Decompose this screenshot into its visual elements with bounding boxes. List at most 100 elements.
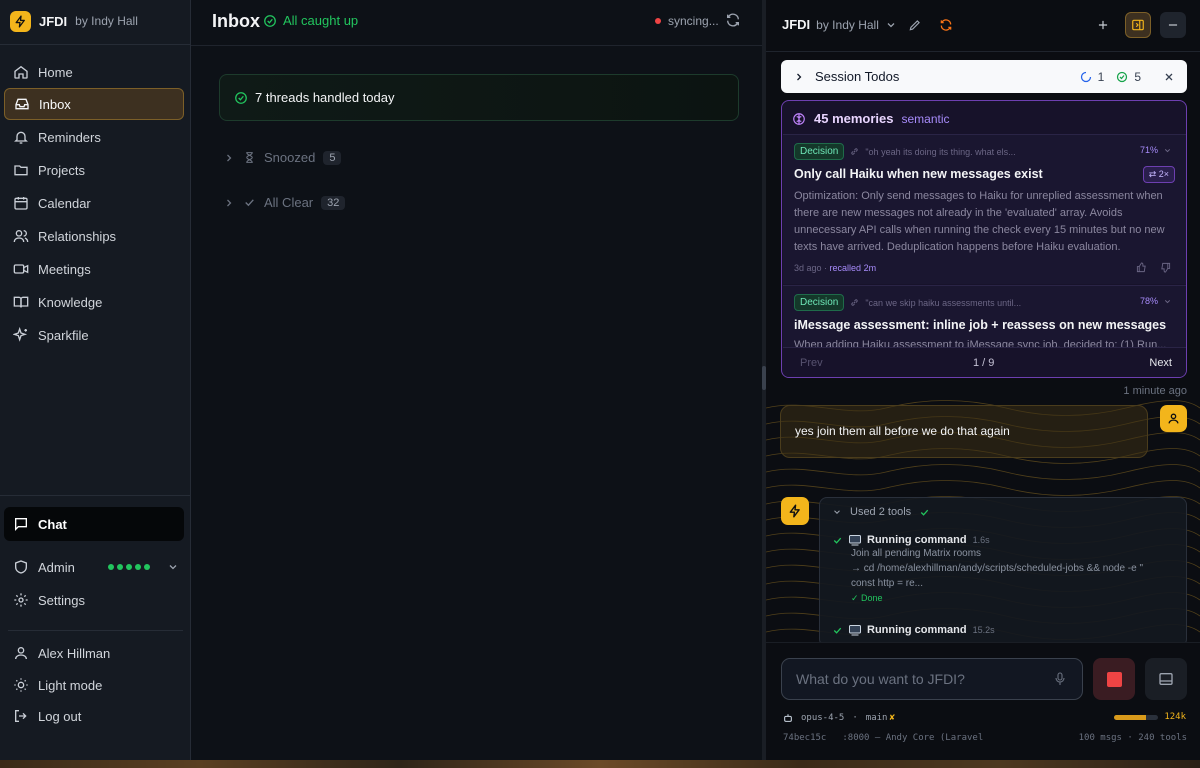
recall-count-badge: ⇄ 2×: [1142, 166, 1175, 183]
memory-meta-row: Decision "can we skip haiku assessments …: [794, 294, 1021, 311]
tool-step-duration: 15.2s: [972, 625, 995, 635]
prev-button[interactable]: Prev: [800, 357, 823, 369]
tool-usage-header[interactable]: Used 2 tools: [832, 506, 930, 518]
shield-icon: [13, 559, 29, 575]
sidebar-item-home[interactable]: Home: [4, 56, 184, 88]
sidebar-item-projects[interactable]: Projects: [4, 154, 184, 186]
brand[interactable]: JFDI by Indy Hall: [10, 10, 138, 32]
sync-dot-icon: [655, 18, 661, 24]
sidebar-item-knowledge[interactable]: Knowledge: [4, 286, 184, 318]
thumbs-down-icon[interactable]: [1160, 262, 1171, 273]
refresh-button[interactable]: [725, 12, 741, 28]
canvas-toggle-button[interactable]: [1145, 658, 1187, 700]
model-status: opus-4-5 · main ✘: [783, 713, 895, 723]
sidebar-item-label: Meetings: [38, 261, 91, 277]
chevron-down-icon: [832, 507, 842, 517]
group-snoozed[interactable]: Snoozed 5: [223, 150, 342, 165]
sidebar-item-light-mode[interactable]: Light mode: [4, 669, 184, 701]
sidebar-item-calendar[interactable]: Calendar: [4, 187, 184, 219]
tool-usage-card: Used 2 tools Running command 1.6s Join a…: [819, 497, 1187, 647]
memory-title: Only call Haiku when new messages exist: [794, 167, 1043, 181]
group-label: All Clear: [264, 195, 314, 210]
stop-button[interactable]: [1093, 658, 1135, 700]
toggle-panel-button[interactable]: [1125, 12, 1151, 38]
sync-label: syncing...: [668, 14, 719, 28]
tool-step[interactable]: Running command 1.6s Join all pending Ma…: [832, 534, 1172, 604]
tool-step[interactable]: Running command 15.2s: [832, 624, 1172, 636]
chevron-down-icon[interactable]: [1163, 297, 1172, 306]
memory-item[interactable]: Decision "oh yeah its doing its thing. w…: [783, 134, 1186, 284]
memory-title: iMessage assessment: inline job + reasse…: [794, 318, 1167, 332]
brand-by: by Indy Hall: [75, 14, 138, 28]
panel-brand-switcher[interactable]: JFDI by Indy Hall: [782, 17, 897, 32]
chevron-down-icon[interactable]: [1163, 146, 1172, 155]
session-todos-bar[interactable]: Session Todos 1 5: [781, 60, 1187, 93]
chat-input[interactable]: [781, 658, 1083, 700]
bell-icon: [13, 129, 29, 145]
sidebar-item-label: Calendar: [38, 195, 91, 211]
chevron-down-icon: [885, 19, 897, 31]
sidebar-item-inbox[interactable]: Inbox: [4, 88, 184, 120]
tool-step-command: → cd /home/alexhillman/andy/scripts/sche…: [851, 563, 1144, 574]
repo-status: 74bec15c :8000 — Andy Core (Laravel: [783, 733, 983, 743]
chevron-down-icon[interactable]: [167, 561, 179, 573]
memory-age-label: 3d ago ·: [794, 263, 828, 273]
next-button[interactable]: Next: [1149, 357, 1172, 369]
book-icon: [13, 294, 29, 310]
sidebar-item-logout[interactable]: Log out: [4, 700, 184, 732]
sidebar-item-relationships[interactable]: Relationships: [4, 220, 184, 252]
video-icon: [13, 261, 29, 277]
pencil-icon: [908, 18, 922, 32]
brain-icon: [792, 112, 806, 126]
inbox-icon: [14, 96, 30, 112]
commit-hash: 74bec15c: [783, 733, 827, 743]
in-progress-count: 1: [1097, 69, 1105, 84]
panel-brand-name: JFDI: [782, 17, 811, 32]
mic-icon[interactable]: [1054, 672, 1066, 686]
home-icon: [13, 64, 29, 80]
edit-button[interactable]: [902, 12, 928, 38]
sidebar-item-sparkfile[interactable]: Sparkfile: [4, 319, 184, 351]
group-all-clear[interactable]: All Clear 32: [223, 195, 346, 210]
tool-step-header: Running command 1.6s: [832, 534, 1172, 546]
page-indicator: 1 / 9: [973, 357, 995, 369]
sparkles-icon: [13, 327, 29, 343]
sidebar-item-settings[interactable]: Settings: [4, 584, 184, 616]
bolt-icon: [788, 504, 802, 518]
refresh-icon: [725, 12, 741, 28]
sidebar-item-label: Chat: [38, 516, 67, 532]
done-count: 5: [1134, 69, 1141, 84]
sidebar-item-meetings[interactable]: Meetings: [4, 253, 184, 285]
group-label: Snoozed: [264, 150, 316, 165]
check-icon: [832, 535, 843, 546]
message-square-icon: [13, 516, 29, 532]
memories-mode: semantic: [901, 111, 950, 126]
memories-header: 45 memories semantic: [792, 111, 950, 126]
sidebar-item-label: Reminders: [38, 129, 101, 145]
check-icon: [243, 196, 256, 209]
sidebar-item-admin[interactable]: Admin: [4, 551, 184, 583]
new-chat-button[interactable]: [1090, 12, 1116, 38]
sync-button[interactable]: [933, 12, 959, 38]
memory-item[interactable]: Decision "can we skip haiku assessments …: [783, 285, 1186, 355]
memory-quote: "oh yeah its doing its thing. what els..…: [865, 146, 1016, 157]
context-bar-fill: [1114, 714, 1146, 720]
minimize-button[interactable]: [1160, 12, 1186, 38]
sidebar-item-user[interactable]: Alex Hillman: [4, 637, 184, 669]
check-circle-icon: [234, 91, 248, 105]
sidebar-item-reminders[interactable]: Reminders: [4, 121, 184, 153]
check-icon: [919, 507, 930, 518]
inbox-main: Inbox All caught up syncing... 7 threads…: [191, 0, 762, 760]
sidebar-item-chat[interactable]: Chat: [4, 507, 184, 541]
sync-status: syncing...: [655, 14, 719, 28]
close-icon[interactable]: [1163, 71, 1175, 83]
memory-age: 3d ago · recalled 2m: [794, 263, 876, 273]
tool-step-name: Running command: [867, 534, 967, 546]
sidebar-item-label: Log out: [38, 708, 82, 724]
sidebar-item-label: Projects: [38, 162, 85, 178]
thumbs-up-icon[interactable]: [1136, 262, 1147, 273]
panel-header: JFDI by Indy Hall: [766, 0, 1200, 52]
chat-composer: opus-4-5 · main ✘ 74bec15c :8000 — Andy …: [766, 642, 1200, 760]
memory-recalled: recalled 2m: [829, 263, 877, 273]
decision-tag: Decision: [794, 143, 845, 160]
